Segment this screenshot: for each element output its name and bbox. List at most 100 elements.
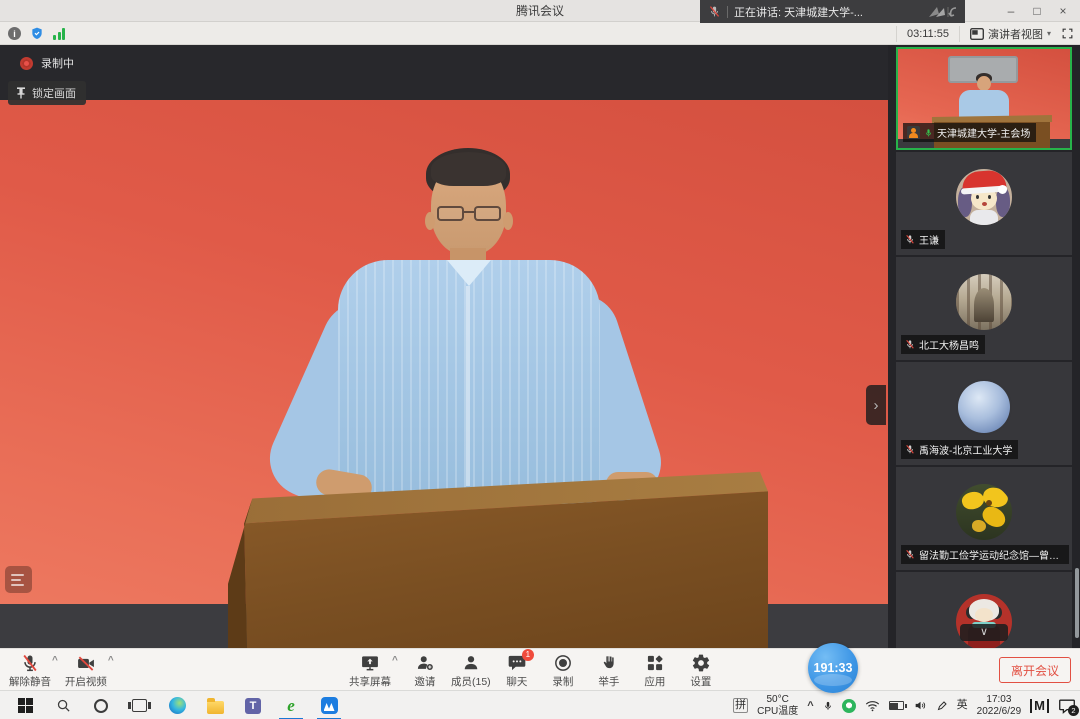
participant-tile-main[interactable]: 天津城建大学-主会场: [896, 47, 1072, 150]
share-screen-icon: [359, 653, 381, 673]
task-view-button[interactable]: [120, 691, 158, 719]
record-button[interactable]: 录制: [540, 649, 586, 691]
participant-label: 天津城建大学-主会场: [903, 123, 1036, 142]
tray-microphone-icon[interactable]: [823, 699, 833, 713]
mic-on-icon: [924, 127, 933, 139]
layout-icon: [970, 28, 984, 40]
hidden-icons-chevron[interactable]: ^: [807, 700, 813, 712]
start-button[interactable]: [6, 691, 44, 719]
view-mode-selector[interactable]: 演讲者视图 ▾: [970, 26, 1051, 42]
minimize-button[interactable]: –: [998, 0, 1024, 22]
participant-name: 北工大杨昌鸣: [919, 337, 979, 352]
start-video-button[interactable]: 开启视频: [62, 649, 110, 691]
edge-button[interactable]: [158, 691, 196, 719]
apps-button[interactable]: 应用: [632, 649, 678, 691]
camera-off-icon: [75, 653, 97, 673]
ink-workspace-icon[interactable]: M: [1030, 699, 1049, 713]
view-mode-label: 演讲者视图: [988, 26, 1043, 42]
meeting-info-icon[interactable]: i: [8, 27, 21, 40]
mic-muted-icon: [905, 444, 915, 455]
folder-icon: [207, 701, 224, 714]
podium: [228, 470, 768, 648]
internet-explorer-button[interactable]: e: [272, 691, 310, 719]
recording-indicator: 录制中: [20, 55, 74, 71]
settings-button[interactable]: 设置: [678, 649, 724, 691]
meeting-duration: 03:11:55: [896, 26, 960, 42]
clock[interactable]: 17:03 2022/6/29: [977, 694, 1022, 717]
chat-badge: 1: [522, 649, 534, 661]
notification-badge: 2: [1068, 705, 1079, 716]
wifi-icon[interactable]: [865, 700, 880, 712]
recording-dot-icon: [20, 57, 33, 70]
volume-icon[interactable]: [913, 699, 927, 712]
avatar: [956, 379, 1012, 435]
notification-center-button[interactable]: 2: [1058, 698, 1076, 714]
unmute-button[interactable]: 解除静音: [6, 649, 54, 691]
title-bar: 腾讯会议 正在讲话: 天津城建大学-... – □ ×: [0, 0, 1080, 22]
speaker-glasses: [437, 206, 501, 222]
network-signal-icon[interactable]: [53, 28, 65, 40]
meeting-toolbar: 解除静音 ^ 开启视频 ^ 共享屏幕 ^: [0, 648, 1080, 690]
lock-view-label: 锁定画面: [32, 85, 76, 101]
meeting-status-bar: i 03:11:55 演讲者视图 ▾: [0, 22, 1080, 45]
battery-icon[interactable]: [889, 701, 904, 710]
teams-button[interactable]: T: [234, 691, 272, 719]
close-button[interactable]: ×: [1050, 0, 1076, 22]
floating-timer-widget[interactable]: 191:33: [808, 643, 858, 693]
cortana-button[interactable]: [82, 691, 120, 719]
sidebar-collapse-button[interactable]: ›: [866, 385, 886, 425]
scroll-down-button[interactable]: ∨: [960, 624, 1008, 641]
record-icon: [553, 653, 573, 673]
pin-icon: [16, 87, 26, 99]
antivirus-tray-icon[interactable]: [842, 699, 856, 713]
gear-icon: [691, 653, 711, 673]
muted-mic-icon: [708, 5, 721, 18]
mic-muted-icon: [905, 549, 915, 560]
chevron-down-icon: ▾: [1047, 29, 1051, 38]
speaker-fringe: [431, 152, 506, 186]
apps-icon: [645, 653, 665, 673]
participants-sidebar: 天津城建大学-主会场 王谦: [888, 45, 1080, 648]
flag-icons: [927, 5, 957, 19]
active-speaker-video[interactable]: ›: [0, 100, 888, 648]
main-stage: 录制中 锁定画面 ›: [0, 45, 1080, 648]
security-shield-icon[interactable]: [30, 26, 44, 41]
ime-indicator[interactable]: 拼: [733, 698, 748, 713]
sidebar-scrollbar[interactable]: [1075, 568, 1079, 638]
leave-meeting-button[interactable]: 离开会议: [999, 657, 1071, 683]
participant-tile[interactable]: 留法勤工俭学运动纪念馆—曾素梅: [896, 467, 1072, 570]
teams-icon: T: [245, 698, 261, 714]
language-indicator[interactable]: 英: [957, 699, 968, 711]
invite-button[interactable]: 邀请: [402, 649, 448, 691]
file-explorer-button[interactable]: [196, 691, 234, 719]
speaking-banner: 正在讲话: 天津城建大学-...: [700, 0, 965, 23]
task-view-icon: [132, 699, 147, 712]
host-badge-icon: [907, 126, 920, 139]
tencent-meeting-taskbar-button[interactable]: [310, 691, 348, 719]
video-menu-button[interactable]: [5, 566, 32, 593]
lock-view-button[interactable]: 锁定画面: [8, 81, 86, 105]
banner-divider: [727, 6, 728, 18]
members-button[interactable]: 成员(15): [448, 649, 494, 691]
participant-label: 禹海波-北京工业大学: [901, 440, 1018, 459]
tencent-meeting-icon: [321, 697, 338, 714]
tencent-meeting-window: 腾讯会议 正在讲话: 天津城建大学-... – □ × i 03:11:: [0, 0, 1080, 719]
participant-tile[interactable]: 北工大杨昌鸣: [896, 257, 1072, 360]
share-screen-button[interactable]: 共享屏幕: [346, 649, 394, 691]
pen-icon[interactable]: [936, 700, 948, 712]
invite-icon: [415, 653, 435, 673]
participant-name: 禹海波-北京工业大学: [919, 442, 1012, 457]
cpu-temperature: 50°C CPU温度: [757, 694, 798, 717]
participant-tile[interactable]: 王谦: [896, 152, 1072, 255]
maximize-button[interactable]: □: [1024, 0, 1050, 22]
participant-tile[interactable]: 禹海波-北京工业大学: [896, 362, 1072, 465]
raise-hand-button[interactable]: 举手: [586, 649, 632, 691]
fullscreen-icon[interactable]: [1061, 27, 1074, 40]
clock-time: 17:03: [986, 694, 1011, 705]
clock-date: 2022/6/29: [977, 706, 1022, 717]
raise-hand-icon: [600, 653, 618, 673]
window-controls: – □ ×: [998, 0, 1076, 22]
taskbar-search-button[interactable]: [44, 691, 82, 719]
chat-button[interactable]: 1 聊天: [494, 649, 540, 691]
recording-label: 录制中: [41, 55, 74, 71]
